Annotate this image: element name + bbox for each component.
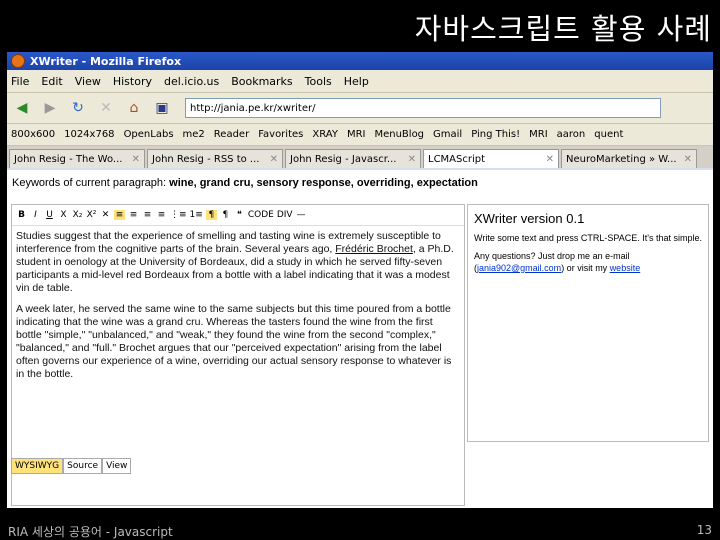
navigation-toolbar: ◀ ▶ ↻ ✕ ⌂ ▣ http://jania.pe.kr/xwriter/ <box>7 93 713 124</box>
bookmark-item[interactable]: Favorites <box>258 129 303 140</box>
website-link[interactable]: website <box>610 263 641 273</box>
blockquote-button[interactable]: ❝ <box>234 210 245 220</box>
editor-mode-tabs: WYSIWYG Source View <box>11 458 132 474</box>
align-center-button[interactable]: ≡ <box>128 210 139 220</box>
tab-label: John Resig - Javascr... <box>290 153 397 165</box>
tab-label: John Resig - The Wo... <box>14 153 123 165</box>
editor-body[interactable]: Studies suggest that the experience of s… <box>12 226 464 393</box>
bold-button[interactable]: B <box>16 210 27 220</box>
keywords-label: Keywords of current paragraph: <box>12 177 167 189</box>
window-title: XWriter - Mozilla Firefox <box>30 54 182 68</box>
url-bar[interactable]: http://jania.pe.kr/xwriter/ <box>185 98 661 118</box>
browser-tab-active[interactable]: LCMAScript ✕ <box>423 149 559 168</box>
browser-window: XWriter - Mozilla Firefox File Edit View… <box>7 52 713 508</box>
close-icon[interactable]: ✕ <box>408 154 416 165</box>
forward-icon[interactable]: ▶ <box>39 97 61 119</box>
paragraph-2: A week later, he served the same wine to… <box>16 303 452 380</box>
tab-label: LCMAScript <box>428 153 486 165</box>
menu-bar: File Edit View History del.icio.us Bookm… <box>7 70 713 93</box>
paragraph-button[interactable]: ¶ <box>205 210 217 220</box>
menu-file[interactable]: File <box>11 75 29 88</box>
stop-icon[interactable]: ✕ <box>95 97 117 119</box>
bookmark-item[interactable]: me2 <box>183 129 205 140</box>
keywords-value: wine, grand cru, sensory response, overr… <box>169 177 478 189</box>
menu-edit[interactable]: Edit <box>41 75 62 88</box>
home-icon[interactable]: ⌂ <box>123 97 145 119</box>
bookmark-item[interactable]: OpenLabs <box>124 129 174 140</box>
menu-view[interactable]: View <box>75 75 101 88</box>
bullet-list-button[interactable]: ⋮≡ <box>170 210 187 220</box>
align-justify-button[interactable]: ≡ <box>156 210 167 220</box>
number-list-button[interactable]: 1≡ <box>190 210 203 220</box>
page-content: Keywords of current paragraph: wine, gra… <box>7 170 713 508</box>
bookmark-item[interactable]: MenuBlog <box>374 129 424 140</box>
browser-tab[interactable]: John Resig - The Wo... ✕ <box>9 149 145 168</box>
div-button[interactable]: DIV <box>277 210 293 220</box>
tab-label: John Resig - RSS to ... <box>152 153 260 165</box>
bookmark-item[interactable]: Gmail <box>433 129 462 140</box>
page-number: 13 <box>696 523 712 537</box>
code-button[interactable]: CODE <box>248 210 274 220</box>
close-icon[interactable]: ✕ <box>132 154 140 165</box>
slide-footer: RIA 세상의 공용어 - Javascript <box>8 525 173 539</box>
browser-tab[interactable]: NeuroMarketing » W... ✕ <box>561 149 697 168</box>
panel-contact: Any questions? Just drop me an e-mail (j… <box>474 251 641 273</box>
editor-toolbar: B I U X X₂ X² ✕ ≡ ≡ ≡ ≡ ⋮≡ 1≡ ¶ ¶ ❝ CODE… <box>12 205 464 226</box>
strike-button[interactable]: X <box>58 210 69 220</box>
slide-title: 자바스크립트 활용 사례 <box>414 12 712 46</box>
bookmark-item[interactable]: MRI <box>529 129 548 140</box>
highlighted-name: Frédéric Brochet <box>335 243 413 255</box>
bookmarks-toolbar: 800x600 1024x768 OpenLabs me2 Reader Fav… <box>7 124 713 146</box>
menu-history[interactable]: History <box>113 75 152 88</box>
reload-icon[interactable]: ↻ <box>67 97 89 119</box>
align-right-button[interactable]: ≡ <box>142 210 153 220</box>
email-link[interactable]: jania902@gmail.com <box>477 263 561 273</box>
underline-button[interactable]: U <box>44 210 55 220</box>
bookmark-item[interactable]: XRAY <box>312 129 338 140</box>
menu-tools[interactable]: Tools <box>305 75 332 88</box>
heading-button[interactable]: ¶ <box>220 210 231 220</box>
firefox-icon <box>11 54 25 68</box>
close-icon[interactable]: ✕ <box>546 154 554 165</box>
bookmark-item[interactable]: Reader <box>214 129 249 140</box>
back-icon[interactable]: ◀ <box>11 97 33 119</box>
paragraph-1: Studies suggest that the experience of s… <box>16 230 454 294</box>
align-left-button[interactable]: ≡ <box>114 210 125 220</box>
panel-title: XWriter version 0.1 <box>474 211 585 226</box>
menu-bookmarks[interactable]: Bookmarks <box>231 75 292 88</box>
italic-button[interactable]: I <box>30 210 41 220</box>
browser-tab[interactable]: John Resig - RSS to ... ✕ <box>147 149 283 168</box>
bookmark-item[interactable]: MRI <box>347 129 366 140</box>
hr-button[interactable]: — <box>296 210 307 220</box>
save-icon[interactable]: ▣ <box>151 97 173 119</box>
panel-instructions: Write some text and press CTRL-SPACE. It… <box>474 233 702 243</box>
close-icon[interactable]: ✕ <box>684 154 692 165</box>
tab-label: NeuroMarketing » W... <box>566 153 677 165</box>
tab-view[interactable]: View <box>102 458 132 474</box>
bookmark-item[interactable]: Ping This! <box>471 129 520 140</box>
tab-wysiwyg[interactable]: WYSIWYG <box>11 458 64 474</box>
menu-delicious[interactable]: del.icio.us <box>164 75 219 88</box>
tab-source[interactable]: Source <box>63 458 103 474</box>
bookmark-item[interactable]: quent <box>594 129 623 140</box>
superscript-button[interactable]: X² <box>86 210 97 220</box>
info-panel: XWriter version 0.1 Write some text and … <box>467 204 709 442</box>
window-titlebar: XWriter - Mozilla Firefox <box>7 52 713 70</box>
clear-format-button[interactable]: ✕ <box>100 210 111 220</box>
tab-strip: John Resig - The Wo... ✕ John Resig - RSS… <box>7 146 713 168</box>
bookmark-item[interactable]: 800x600 <box>11 129 55 140</box>
browser-tab[interactable]: John Resig - Javascr... ✕ <box>285 149 421 168</box>
bookmark-item[interactable]: aaron <box>557 129 586 140</box>
keywords-line: Keywords of current paragraph: wine, gra… <box>12 177 478 189</box>
bookmark-item[interactable]: 1024x768 <box>64 129 114 140</box>
subscript-button[interactable]: X₂ <box>72 210 83 220</box>
url-text: http://jania.pe.kr/xwriter/ <box>190 102 316 114</box>
close-icon[interactable]: ✕ <box>270 154 278 165</box>
menu-help[interactable]: Help <box>344 75 369 88</box>
